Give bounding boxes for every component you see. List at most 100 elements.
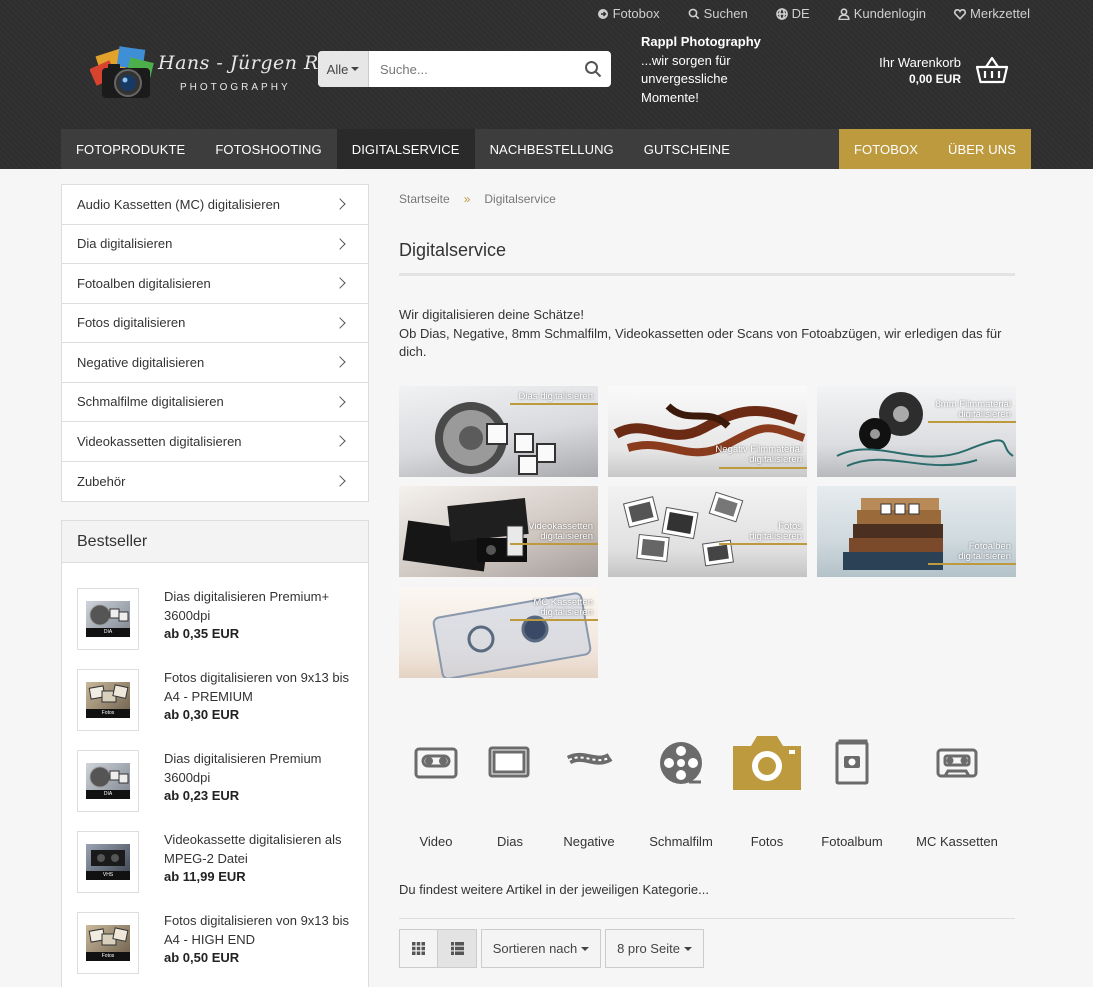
bestseller-item[interactable]: DIA Dias digitalisieren Premium+ 3600dpi… — [77, 588, 357, 650]
category-item-videokassetten[interactable]: Videokassetten digitalisieren — [62, 422, 368, 462]
iconcat-label: Negative — [563, 834, 615, 849]
tile-label-line-2: digitalisieren — [749, 454, 802, 465]
cart-label: Ihr Warenkorb — [879, 55, 961, 70]
tile-mc-kassetten[interactable]: MC Kassetten digitalisieren — [399, 587, 598, 678]
page-title: Digitalservice — [399, 240, 507, 260]
product-price: ab 0,30 EUR — [164, 707, 240, 722]
bestseller-item[interactable]: Fotos Fotos digitalisieren von 9x13 bis … — [77, 669, 357, 731]
grid-view-button[interactable] — [399, 929, 438, 968]
thumbnail-image: Fotos — [86, 682, 130, 718]
category-item-audio[interactable]: Audio Kassetten (MC) digitalisieren — [62, 185, 368, 225]
thumbnail-label: DIA — [86, 628, 130, 637]
nav-fotoprodukte[interactable]: FOTOPRODUKTE — [61, 129, 200, 169]
nav-gutscheine[interactable]: GUTSCHEINE — [629, 129, 745, 169]
category-item-fotos[interactable]: Fotos digitalisieren — [62, 304, 368, 343]
globe-icon — [775, 7, 788, 20]
category-item-negative[interactable]: Negative digitalisieren — [62, 343, 368, 383]
cart-summary[interactable]: Ihr Warenkorb 0,00 EUR — [879, 55, 961, 87]
topbar-search-link[interactable]: Suchen — [688, 6, 748, 21]
category-item-schmalfilme[interactable]: Schmalfilme digitalisieren — [62, 383, 368, 422]
product-name-line-1: Dias digitalisieren Premium+ — [164, 589, 330, 604]
category-list: Audio Kassetten (MC) digitalisieren Dia … — [61, 184, 369, 502]
tile-underline — [510, 619, 598, 621]
category-label: Fotoalben digitalisieren — [77, 275, 211, 291]
thumbnail-label: Fotos — [86, 709, 130, 718]
category-label: Audio Kassetten (MC) digitalisieren — [77, 196, 281, 212]
search-submit-button[interactable] — [575, 51, 611, 87]
list-icon — [450, 942, 464, 955]
chevron-right-icon — [334, 198, 346, 210]
iconcat-dias[interactable]: Dias — [478, 732, 542, 849]
slide-reel-image — [89, 604, 129, 626]
tile-videokassetten[interactable]: Videokassetten digitalisieren — [399, 486, 598, 577]
category-item-dia[interactable]: Dia digitalisieren — [62, 225, 368, 264]
tile-label: Fotoalben digitalisieren — [958, 542, 1011, 562]
photos-image — [88, 684, 129, 703]
iconcat-negative[interactable]: Negative — [554, 732, 624, 849]
user-icon — [838, 7, 850, 20]
tile-label: Fotos digitalisieren — [749, 522, 802, 542]
search-input[interactable] — [369, 51, 575, 87]
iconcat-fotos[interactable]: Fotos — [727, 732, 807, 849]
bestseller-item[interactable]: VHS Videokassette digitalisieren als MPE… — [77, 831, 357, 893]
iconcat-video[interactable]: Video — [404, 732, 468, 849]
tile-negativ-filmmaterial[interactable]: Negativ Filmmaterial digitalisieren — [608, 386, 807, 477]
chevron-right-icon — [334, 356, 346, 368]
search-category-dropdown[interactable]: Alle — [318, 51, 369, 87]
product-name-line-2: 3600dpi — [164, 607, 211, 623]
tile-label-line-2: digitalisieren — [749, 531, 802, 542]
audio-cassette-icon — [936, 748, 978, 778]
product-name-line-1: Fotos digitalisieren von 9x13 bis — [164, 913, 349, 928]
sort-dropdown[interactable]: Sortieren nach — [481, 929, 601, 968]
category-label: Videokassetten digitalisieren — [77, 433, 242, 449]
iconcat-mc-kassetten[interactable]: MC Kassetten — [907, 732, 1007, 849]
sort-label: Sortieren nach — [492, 941, 578, 956]
topbar-fotobox-link[interactable]: Fotobox — [597, 6, 660, 21]
title-divider — [399, 273, 1015, 276]
site-logo[interactable]: Hans - Jürgen Rappl PHOTOGRAPHY — [90, 46, 362, 102]
nav-fotoshooting[interactable]: FOTOSHOOTING — [200, 129, 336, 169]
tile-label-line-2: digitalisieren — [540, 531, 593, 542]
chevron-right-icon — [334, 435, 346, 447]
more-articles-text: Du findest weitere Artikel in der jeweil… — [399, 882, 709, 897]
iconcat-schmalfilm[interactable]: Schmalfilm — [641, 732, 721, 849]
intro-line-2: Ob Dias, Negative, 8mm Schmalfilm, Video… — [399, 325, 1002, 360]
product-info: Dias digitalisieren Premium 3600dpi ab 0… — [164, 750, 322, 812]
slogan-line-3: Momente! — [641, 89, 699, 105]
bestseller-item[interactable]: DIA Dias digitalisieren Premium 3600dpi … — [77, 750, 357, 812]
thumbnail-image: VHS — [86, 844, 130, 880]
logo-camera-icon — [90, 46, 154, 98]
tile-dias-digitalisieren[interactable]: Dias digitalisieren — [399, 386, 598, 477]
cart-total: 0,00 EUR — [908, 72, 961, 86]
breadcrumb-separator: » — [463, 192, 471, 206]
caret-down-icon — [351, 67, 360, 71]
nav-fotobox[interactable]: FOTOBOX — [838, 129, 934, 169]
basket-icon[interactable] — [975, 55, 1009, 85]
category-item-zubehoer[interactable]: Zubehör — [62, 462, 368, 502]
per-page-dropdown[interactable]: 8 pro Seite — [605, 929, 704, 968]
nav-nachbestellung[interactable]: NACHBESTELLUNG — [475, 129, 629, 169]
bestseller-item[interactable]: Fotos Fotos digitalisieren von 9x13 bis … — [77, 912, 357, 974]
film-strip-icon — [566, 752, 613, 765]
tile-8mm-filmmaterial[interactable]: 8mm Filmmaterial digitalisieren — [817, 386, 1016, 477]
category-label: Fotos digitalisieren — [77, 315, 186, 331]
tile-label-line-2: digitalisieren — [958, 551, 1011, 562]
nav-ueber-uns[interactable]: ÜBER UNS — [933, 129, 1031, 169]
tile-fotos[interactable]: Fotos digitalisieren — [608, 486, 807, 577]
product-thumbnail: DIA — [77, 750, 139, 812]
search-icon — [688, 8, 699, 19]
wishlist-link[interactable]: Merkzettel — [954, 6, 1030, 21]
chevron-right-icon — [334, 317, 346, 329]
slide-reel-image — [89, 766, 129, 788]
language-selector[interactable]: DE — [775, 6, 810, 21]
breadcrumb-home-link[interactable]: Startseite — [399, 192, 450, 206]
thumbnail-image: DIA — [86, 601, 130, 637]
iconcat-fotoalbum[interactable]: Fotoalbum — [816, 732, 888, 849]
customer-login-label: Kundenlogin — [853, 6, 927, 21]
customer-login-link[interactable]: Kundenlogin — [838, 6, 926, 21]
category-item-fotoalben[interactable]: Fotoalben digitalisieren — [62, 264, 368, 304]
nav-digitalservice[interactable]: DIGITALSERVICE — [336, 129, 475, 169]
tile-fotoalben[interactable]: Fotoalben digitalisieren — [817, 486, 1016, 577]
list-view-button[interactable] — [438, 929, 477, 968]
